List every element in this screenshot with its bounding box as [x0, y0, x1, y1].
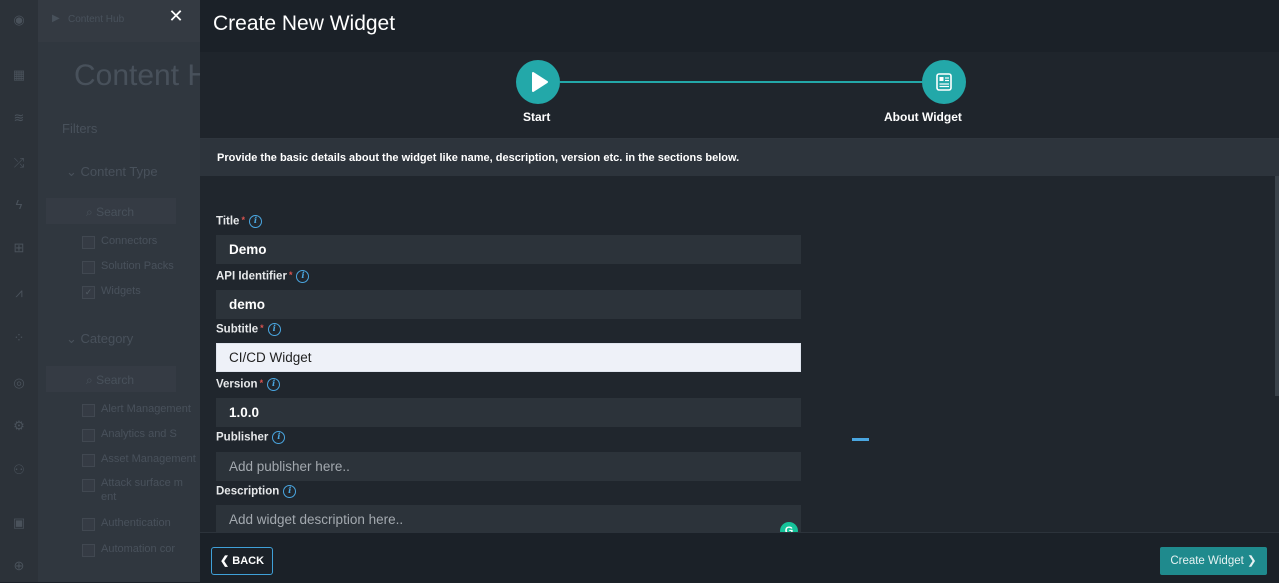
- info-icon[interactable]: i: [283, 485, 297, 498]
- info-icon[interactable]: i: [267, 323, 281, 336]
- info-icon[interactable]: i: [272, 431, 286, 444]
- subtitle-input[interactable]: [216, 343, 801, 372]
- publisher-label: Publisher i: [216, 431, 286, 444]
- required-mark: *: [260, 323, 264, 333]
- required-mark: *: [259, 378, 264, 388]
- publisher-input[interactable]: [216, 452, 801, 481]
- api-identifier-input[interactable]: [216, 290, 801, 319]
- version-label-text: Version: [216, 378, 258, 391]
- modal-footer: ❮ BACK Create Widget ❯: [200, 532, 1279, 583]
- step-connector: [560, 81, 925, 83]
- background-app: ◉ ▦ ≋ ⤮ ϟ ⊞ ⩘ ⁘ ◎ ⚙ ⚇ ▣ ⊕ ▶ Content Hub …: [0, 0, 242, 582]
- create-widget-button[interactable]: Create Widget ❯: [1160, 547, 1267, 575]
- back-button[interactable]: ❮ BACK: [211, 547, 273, 575]
- close-icon[interactable]: ✕: [166, 6, 186, 26]
- title-input[interactable]: [216, 235, 801, 264]
- play-icon: [532, 72, 548, 92]
- api-identifier-label: API Identifier * i: [216, 270, 310, 283]
- modal-header: Create New Widget: [200, 0, 1279, 53]
- subtitle-label: Subtitle * i: [216, 323, 281, 336]
- version-input[interactable]: [216, 398, 801, 427]
- widget-form-icon: [936, 73, 952, 91]
- title-label: Title * i: [216, 215, 262, 228]
- info-banner: Provide the basic details about the widg…: [200, 139, 1279, 176]
- chevron-right-icon: ❯: [1247, 555, 1257, 567]
- title-label-text: Title: [216, 215, 240, 228]
- resize-handle[interactable]: [852, 438, 869, 441]
- chevron-left-icon: ❮: [219, 555, 230, 567]
- info-icon[interactable]: i: [267, 378, 281, 391]
- required-mark: *: [288, 270, 293, 280]
- info-icon[interactable]: i: [248, 215, 262, 228]
- step-about-widget[interactable]: [922, 60, 966, 104]
- description-textarea[interactable]: [216, 505, 801, 535]
- create-widget-label: Create Widget: [1170, 555, 1244, 567]
- step-start[interactable]: [516, 60, 560, 104]
- subtitle-label-text: Subtitle: [216, 323, 259, 336]
- back-button-label: BACK: [232, 555, 265, 567]
- modal-backdrop[interactable]: [0, 0, 200, 582]
- description-label-text: Description: [216, 485, 280, 498]
- step-about-widget-label: About Widget: [884, 110, 962, 124]
- description-label: Description i: [216, 485, 297, 498]
- api-identifier-label-text: API Identifier: [216, 270, 287, 283]
- publisher-label-text: Publisher: [216, 431, 269, 444]
- version-label: Version * i: [216, 378, 281, 391]
- info-text: Provide the basic details about the widg…: [217, 152, 740, 164]
- wizard-stepper: Start About Widget: [200, 52, 1279, 139]
- scrollbar[interactable]: [1275, 176, 1279, 396]
- step-start-label: Start: [523, 110, 551, 124]
- modal-title: Create New Widget: [213, 12, 396, 35]
- create-widget-modal: Create New Widget Start About Widget Pro…: [200, 0, 1279, 583]
- required-mark: *: [241, 215, 245, 225]
- info-icon[interactable]: i: [296, 270, 310, 283]
